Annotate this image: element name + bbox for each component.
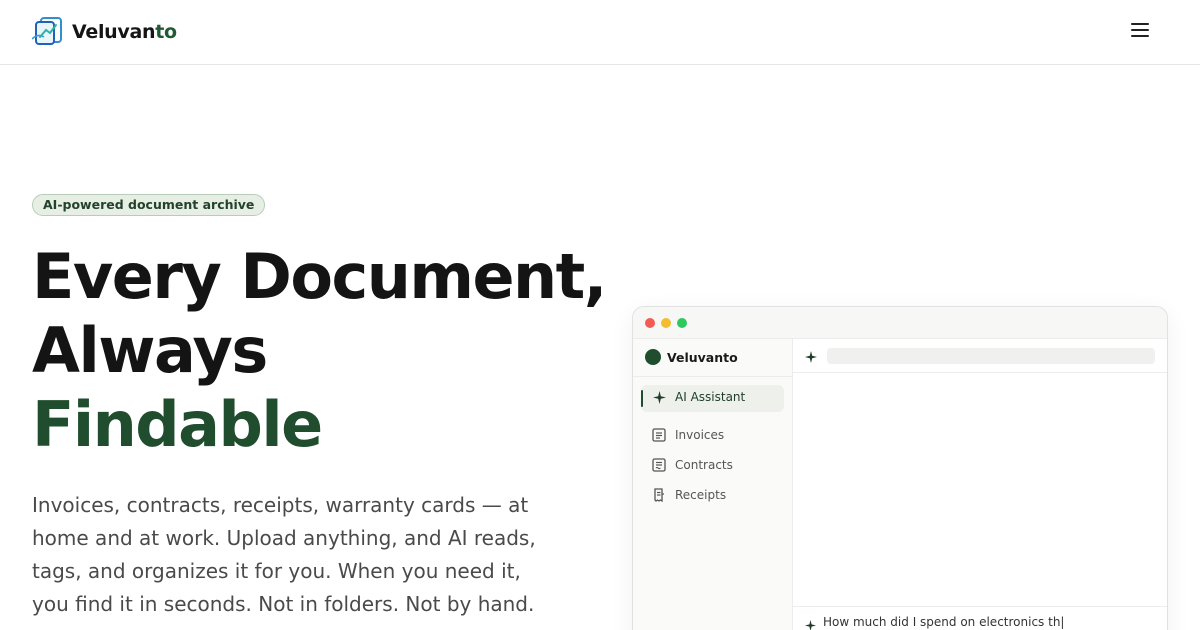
hero-badge: AI-powered document archive (32, 194, 266, 216)
sidebar-brand: Veluvanto (645, 349, 738, 365)
app-sidebar: Veluvanto AI Assistant Invoices Contract… (633, 339, 793, 630)
sidebar-item-receipts[interactable]: Receipts (651, 487, 726, 503)
main-toolbar (793, 339, 1167, 373)
sidebar-item-label: Invoices (675, 428, 725, 442)
sidebar-brand-logo-icon (645, 349, 661, 365)
sparkle-icon (651, 389, 667, 405)
loading-skeleton-bar (827, 348, 1155, 364)
contract-icon (651, 457, 667, 473)
window-titlebar (633, 307, 1167, 339)
sidebar-item-label: AI Assistant (675, 390, 746, 404)
logo-wordmark: Veluvanto (72, 21, 177, 43)
sidebar-item-invoices[interactable]: Invoices (651, 427, 724, 443)
hamburger-menu-icon (1126, 23, 1154, 37)
top-navigation-bar: Veluvanto (0, 0, 1200, 65)
logo-icon (32, 17, 62, 45)
document-icon (651, 427, 667, 443)
chat-input-text: How much did I spend on electronics th| (823, 615, 1065, 629)
window-close-dot (645, 318, 655, 328)
headline-line-3: Findable (32, 388, 323, 461)
logo-text-accent: to (155, 21, 177, 43)
sidebar-item-contracts[interactable]: Contracts (651, 457, 733, 473)
sparkle-icon (805, 616, 816, 630)
ai-chat-input[interactable]: How much did I spend on electronics th| (793, 606, 1167, 630)
window-maximize-dot (677, 318, 687, 328)
hero-headline: Every Document, Always Findable (32, 240, 607, 462)
receipt-icon (651, 487, 667, 503)
hero-description: Invoices, contracts, receipts, warranty … (32, 493, 536, 616)
sparkle-icon (805, 348, 817, 367)
headline-line-1: Every Document, (32, 240, 607, 313)
sidebar-divider (633, 376, 793, 377)
app-main-panel: How much did I spend on electronics th| (793, 339, 1167, 630)
sidebar-item-ai-assistant[interactable]: AI Assistant (651, 389, 745, 405)
sidebar-brand-name: Veluvanto (667, 349, 738, 365)
headline-line-2: Always (32, 314, 268, 387)
sidebar-item-label: Receipts (675, 488, 727, 502)
sidebar-item-label: Contracts (675, 458, 733, 472)
logo-text-main: Veluvan (72, 21, 156, 43)
menu-button[interactable] (1126, 19, 1154, 45)
app-preview-window: Veluvanto AI Assistant Invoices Contract… (632, 306, 1168, 630)
logo[interactable]: Veluvanto (32, 17, 177, 47)
window-minimize-dot (661, 318, 671, 328)
